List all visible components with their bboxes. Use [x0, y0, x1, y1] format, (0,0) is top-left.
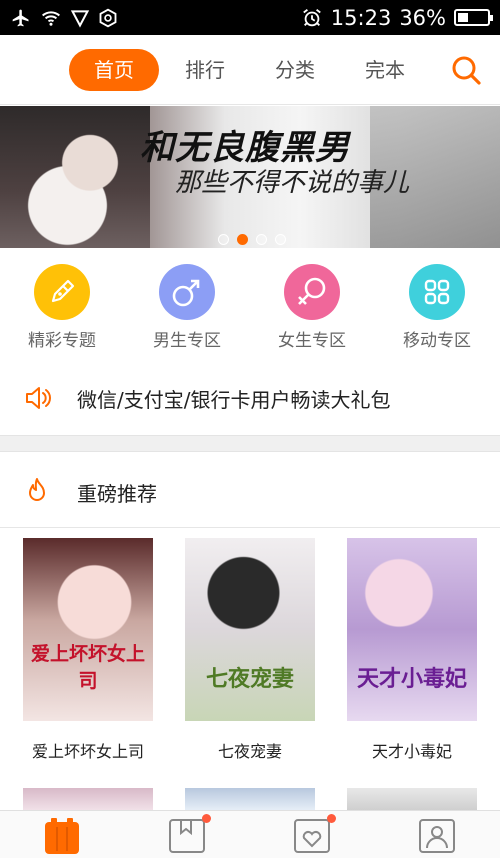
wifi-icon — [42, 10, 60, 26]
book-cover[interactable]: 爱上坏坏女上司 — [23, 538, 153, 721]
pen-nib-icon — [34, 264, 90, 320]
category-row: 精彩专题 男生专区 女生专区 移动专区 — [0, 250, 500, 355]
grid-icon — [409, 264, 465, 320]
book-cover-title: 七夜宠妻 — [205, 666, 294, 692]
notification-badge — [202, 814, 211, 823]
battery-percent: 36% — [399, 5, 446, 30]
shield-icon — [99, 8, 117, 27]
top-nav: 首页 排行 分类 完本 — [0, 35, 500, 105]
bookshelf-tab[interactable] — [42, 817, 82, 855]
tab-home[interactable]: 首页 — [69, 49, 159, 91]
notice-text: 微信/支付宝/银行卡用户畅读大礼包 — [77, 388, 391, 412]
book-title: 七夜宠妻 — [217, 742, 282, 761]
banner-pagination — [218, 234, 286, 245]
notification-badge — [327, 814, 336, 823]
status-bar: 15:23 36% — [0, 0, 500, 35]
banner-subtitle: 那些不得不说的事儿 — [175, 168, 410, 198]
tab-category[interactable]: 分类 — [260, 49, 330, 91]
bookshelf-icon — [45, 818, 79, 854]
status-icons-right: 15:23 36% — [301, 5, 493, 30]
book-cover-title: 爱上坏坏女上司 — [30, 643, 145, 692]
banner-dot-active[interactable] — [237, 234, 248, 245]
category-female[interactable]: 女生专区 — [262, 264, 362, 351]
book-card[interactable]: 爱上坏坏女上司 爱上坏坏女上司 — [23, 538, 153, 762]
speaker-icon — [26, 387, 51, 409]
bottom-tab-bar — [0, 810, 500, 858]
airplane-icon — [12, 9, 29, 26]
status-time: 15:23 — [330, 5, 392, 30]
banner-dot[interactable] — [256, 234, 267, 245]
flame-icon — [29, 478, 45, 501]
alarm-icon — [302, 8, 321, 26]
recommend-header: 重磅推荐 — [0, 453, 500, 528]
banner-couple-photo — [0, 106, 150, 248]
book-cover[interactable]: 七夜宠妻 — [185, 538, 315, 721]
heart-icon — [294, 819, 330, 853]
profile-tab[interactable] — [417, 817, 457, 855]
signal-icon — [70, 9, 90, 28]
male-icon — [159, 264, 215, 320]
category-label: 精彩专题 — [28, 331, 96, 351]
battery-icon — [454, 9, 493, 26]
category-mobile[interactable]: 移动专区 — [387, 264, 487, 351]
book-cover[interactable]: 天才小毒妃 — [347, 538, 477, 721]
female-icon — [284, 264, 340, 320]
book-cover-partial[interactable] — [347, 788, 477, 810]
bookmark-icon — [169, 819, 205, 853]
book-title: 天才小毒妃 — [371, 742, 452, 761]
category-label: 女生专区 — [278, 331, 346, 351]
section-divider — [0, 435, 500, 452]
book-cover-partial[interactable] — [185, 788, 315, 810]
promo-notice[interactable]: 微信/支付宝/银行卡用户畅读大礼包 — [0, 360, 500, 435]
promo-banner[interactable]: 和无良腹黑男 那些不得不说的事儿 — [0, 106, 500, 248]
category-featured[interactable]: 精彩专题 — [12, 264, 112, 351]
user-icon — [419, 819, 455, 853]
banner-dot[interactable] — [275, 234, 286, 245]
category-label: 移动专区 — [403, 331, 471, 351]
book-card[interactable]: 七夜宠妻 七夜宠妻 — [185, 538, 315, 762]
search-icon[interactable] — [450, 54, 482, 86]
section-title: 重磅推荐 — [77, 482, 157, 506]
tab-ranking[interactable]: 排行 — [170, 49, 240, 91]
category-male[interactable]: 男生专区 — [137, 264, 237, 351]
book-card[interactable]: 天才小毒妃 天才小毒妃 — [347, 538, 477, 762]
book-title: 爱上坏坏女上司 — [31, 742, 144, 761]
favorites-tab[interactable] — [292, 814, 336, 855]
status-icons-left — [10, 8, 118, 28]
banner-dot[interactable] — [218, 234, 229, 245]
bookmark-tab[interactable] — [167, 814, 211, 855]
category-label: 男生专区 — [153, 331, 221, 351]
book-cover-title: 天才小毒妃 — [356, 666, 467, 692]
book-cover-partial[interactable] — [23, 788, 153, 810]
tab-completed[interactable]: 完本 — [350, 49, 420, 91]
